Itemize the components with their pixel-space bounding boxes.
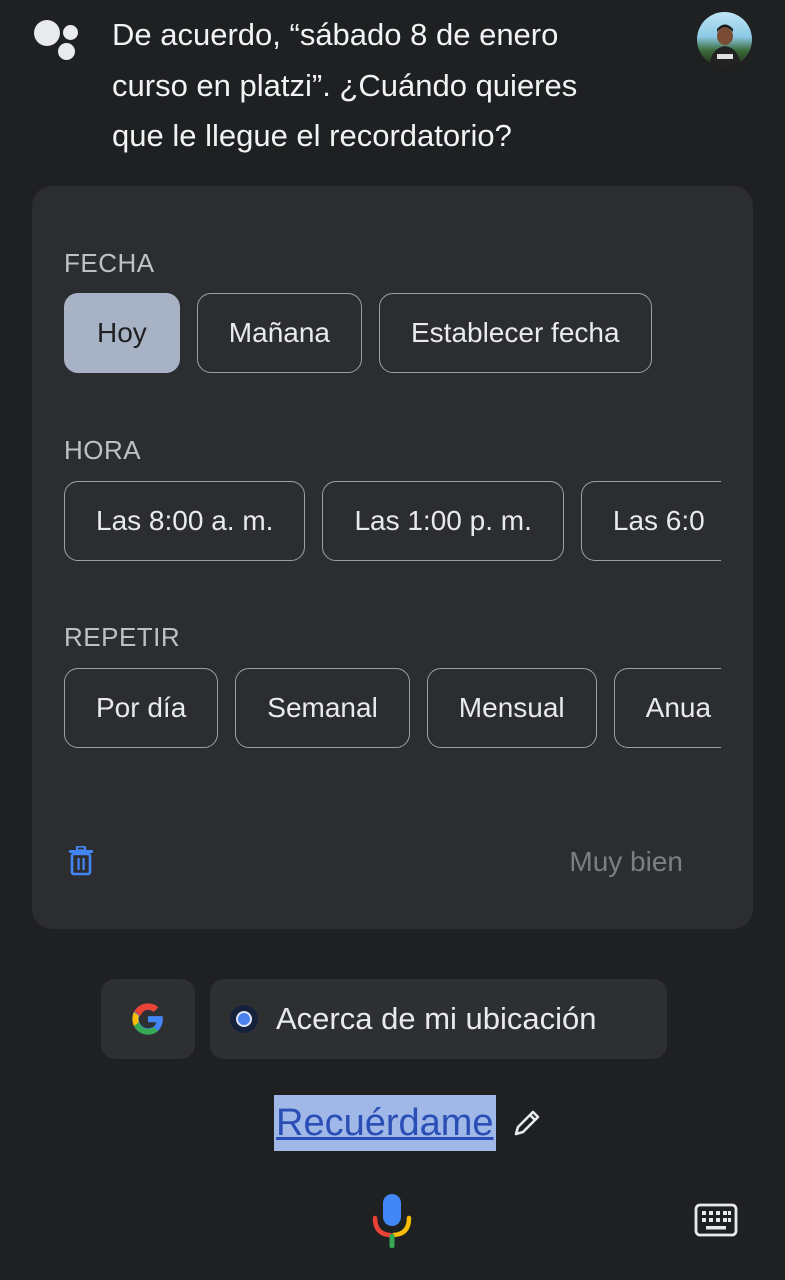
assistant-response-line: que le llegue el recordatorio?: [112, 118, 512, 153]
repeat-option-yearly[interactable]: Anua: [613, 668, 721, 748]
trash-icon[interactable]: [68, 845, 94, 876]
location-suggestion-label: Acerca de mi ubicación: [276, 1001, 597, 1036]
time-option-6pm[interactable]: Las 6:0: [580, 481, 721, 561]
repeat-option-weekly[interactable]: Semanal: [235, 668, 410, 748]
location-dot-icon: [230, 1005, 258, 1033]
google-assistant-logo-icon: [32, 18, 82, 62]
assistant-response-line: curso en platzi”. ¿Cuándo quieres: [112, 67, 578, 103]
date-section-label: FECHA: [64, 248, 155, 278]
time-option-8am[interactable]: Las 8:00 a. m.: [64, 481, 306, 561]
google-search-chip[interactable]: [101, 979, 195, 1059]
repeat-section-label: REPETIR: [64, 622, 181, 652]
assistant-response: De acuerdo, “sábado 8 de enero curso en …: [112, 10, 672, 162]
time-options: Las 8:00 a. m. Las 1:00 p. m. Las 6:0: [64, 481, 721, 563]
google-g-icon: [132, 1003, 163, 1035]
query-row: Recuérdame: [274, 1095, 544, 1151]
ok-button[interactable]: Muy bien: [569, 846, 683, 878]
user-avatar[interactable]: [697, 12, 752, 67]
keyboard-icon[interactable]: [694, 1203, 738, 1237]
pencil-edit-icon[interactable]: [510, 1106, 544, 1140]
repeat-option-daily[interactable]: Por día: [64, 668, 219, 748]
date-option-tomorrow[interactable]: Mañana: [196, 293, 362, 373]
date-options: Hoy Mañana Establecer fecha: [64, 293, 721, 375]
date-option-set-date[interactable]: Establecer fecha: [378, 293, 652, 373]
time-section-label: HORA: [64, 435, 142, 465]
assistant-response-line: De acuerdo, “sábado 8 de enero: [112, 17, 559, 52]
repeat-option-monthly[interactable]: Mensual: [426, 668, 597, 748]
date-option-today[interactable]: Hoy: [64, 293, 180, 373]
microphone-icon[interactable]: [370, 1192, 414, 1250]
assistant-screen: De acuerdo, “sábado 8 de enero curso en …: [0, 0, 785, 1280]
repeat-options: Por día Semanal Mensual Anua: [64, 668, 721, 750]
time-option-1pm[interactable]: Las 1:00 p. m.: [322, 481, 564, 561]
query-text[interactable]: Recuérdame: [274, 1095, 496, 1151]
reminder-options-card: FECHA Hoy Mañana Establecer fecha HORA Las…: [32, 186, 753, 929]
location-suggestion-chip[interactable]: Acerca de mi ubicación: [210, 979, 667, 1059]
